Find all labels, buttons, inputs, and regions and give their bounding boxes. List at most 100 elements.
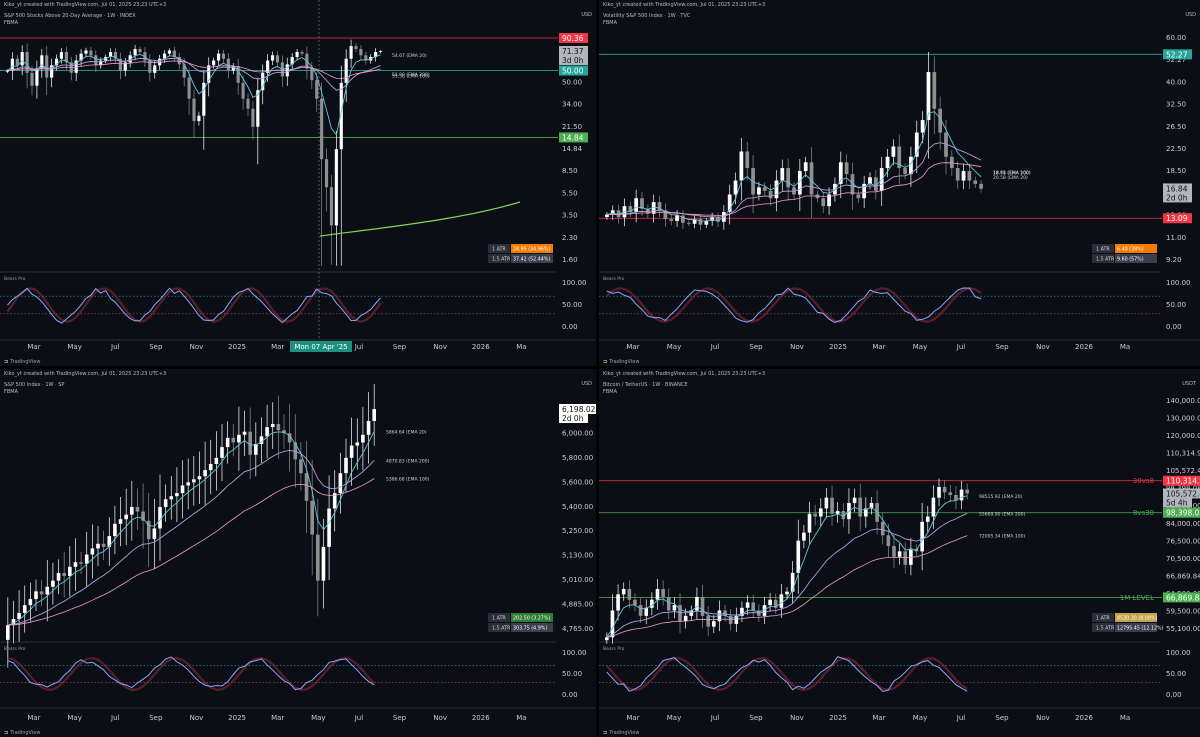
panel-vix[interactable]: Kiko_yt created with TradingView.com, Ju… [599, 0, 1200, 366]
x-tick-label: May [913, 343, 927, 351]
candle-up [152, 528, 157, 540]
y-tick-label: 5,010.00 [562, 576, 593, 584]
osc-tick-label: 50.00 [1166, 670, 1186, 678]
candle-up [167, 50, 172, 54]
x-tick-label: Sep [749, 343, 763, 351]
x-tick-label: Jul [956, 714, 966, 722]
candle-down [880, 521, 885, 536]
candle-up [779, 594, 784, 608]
panel-btc[interactable]: Kiko_yt created with TradingView.com, Ju… [599, 369, 1200, 737]
candle-up [113, 523, 117, 537]
candle-up [225, 437, 230, 448]
candle-up [153, 65, 157, 73]
candle-up [655, 588, 660, 600]
osc-cloud [7, 656, 375, 691]
osc-tick-label: 0.00 [562, 691, 578, 699]
long-trend-line [319, 201, 521, 237]
candle-up [220, 447, 224, 458]
price-chart[interactable]: 90.36 71.37 50.00 34.00 21.50 14.84 8.50 5.50 3.… [0, 0, 596, 366]
candle-down [304, 473, 309, 501]
candle-up [192, 479, 196, 483]
y-tick-label: 55,100.00 [1166, 625, 1200, 633]
candle-down [979, 183, 983, 189]
candle-down [359, 48, 363, 56]
x-tick-label: Sep [749, 714, 763, 722]
price-chart[interactable]: 6,198.02 6,000.00 5,800.00 5,600.00 5,400.00… [0, 369, 596, 737]
tradingview-logo-icon: ⊐ [603, 359, 608, 365]
candle-down [686, 222, 691, 224]
y-tick-label: 8.50 [562, 167, 578, 175]
x-tick-label: Sep [149, 343, 163, 351]
candle-up [35, 68, 39, 86]
y-tick-label: 5,800.00 [562, 454, 593, 462]
candle-up [835, 511, 840, 514]
candle-up [803, 162, 808, 172]
y-tick-label: 4,885.00 [562, 601, 593, 609]
candle-up [265, 427, 269, 437]
candle-up [349, 445, 354, 458]
x-tick-label: 2025 [829, 714, 847, 722]
ema-label: 18.61 (EMA 100) [993, 170, 1031, 176]
x-tick-label: Sep [995, 714, 1009, 722]
candle-down [25, 52, 29, 73]
tradingview-footer[interactable]: ⊐ TradingView [603, 359, 639, 365]
x-tick-label: Nov [790, 343, 804, 351]
candle-up [355, 442, 360, 446]
candle-down [138, 48, 142, 53]
candle-down [329, 187, 334, 226]
x-tick-label: 2026 [1075, 714, 1093, 722]
panel-s5fd[interactable]: Kiko_yt created with TradingView.com, Ju… [0, 0, 596, 366]
candle-up [868, 177, 872, 184]
ema-label: 72095.34 (EMA 100) [979, 534, 1025, 540]
candle-down [316, 534, 320, 581]
candle-up [130, 506, 134, 515]
x-tick-label: Mar [872, 343, 885, 351]
x-tick-label: Sep [393, 714, 407, 722]
tradingview-footer[interactable]: ⊐ TradingView [4, 359, 40, 365]
candle-down [62, 572, 66, 577]
candle-down [135, 506, 140, 512]
candle-up [84, 554, 89, 564]
candle-up [931, 497, 936, 517]
tradingview-footer[interactable]: ⊐ TradingView [603, 730, 639, 736]
candle-down [246, 98, 250, 109]
candle-up [321, 546, 326, 581]
candle-down [892, 546, 896, 557]
candle-down [39, 591, 44, 595]
x-tick-label: Mar [27, 343, 40, 351]
price-chart[interactable]: 140,000.00 130,000.00 120,000.00 110,314.91… [599, 369, 1200, 737]
x-tick-label: 2026 [472, 343, 490, 351]
panel-spx[interactable]: Kiko_yt created with TradingView.com, Ju… [0, 369, 596, 737]
tradingview-logo-icon: ⊐ [4, 359, 9, 365]
candle-up [818, 508, 823, 517]
x-tick-label: Nov [1036, 714, 1050, 722]
candle-down [275, 55, 280, 63]
candle-down [666, 597, 671, 611]
x-tick-label: 2026 [472, 714, 490, 722]
price-tag-text: 105,572.42 [1166, 489, 1200, 498]
candle-down [973, 180, 978, 184]
x-tick-label: Nov [433, 343, 447, 351]
ema-20-line [606, 111, 982, 222]
candle-down [300, 52, 304, 54]
atr-label: 1.5 ATR [492, 626, 511, 632]
osc-title: Bears Pro [4, 646, 26, 652]
y-tick-label: 130,000.00 [1166, 415, 1200, 423]
price-chart[interactable]: 60.00 52.27 40.00 32.50 26.50 22.50 18.50 16.84… [599, 0, 1200, 366]
candle-up [254, 444, 258, 455]
atr-label: 1.5 ATR [1096, 257, 1115, 263]
level-label: 1M LEVEL [1120, 594, 1154, 602]
x-tick-label: Mar [27, 714, 40, 722]
tradingview-footer[interactable]: ⊐ TradingView [4, 730, 40, 736]
ema-label: 98515.92 (EMA 20) [979, 494, 1023, 500]
footer-label: TradingView [609, 730, 640, 736]
x-tick-label: Jul [956, 343, 966, 351]
x-tick-label: May [667, 343, 681, 351]
osc-tick-label: 50.00 [1166, 301, 1186, 309]
candle-up [885, 156, 890, 169]
price-tag-text: 98,398.08 [1166, 509, 1200, 518]
candle-up [334, 149, 338, 226]
candle-up [208, 463, 213, 471]
candle-down [231, 437, 236, 443]
ema-100-line [606, 142, 982, 218]
